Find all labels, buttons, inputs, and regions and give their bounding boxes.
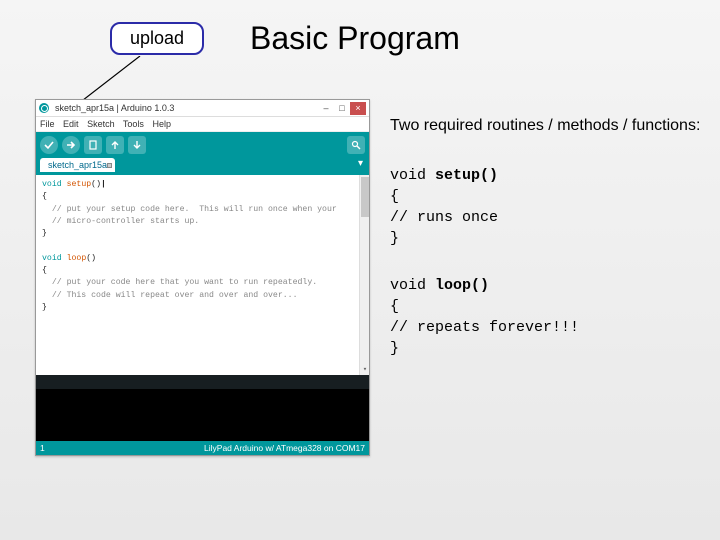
toolbar bbox=[36, 132, 369, 158]
upload-callout: upload bbox=[110, 22, 204, 55]
console-area bbox=[36, 389, 369, 441]
minimize-button[interactable]: – bbox=[318, 102, 334, 115]
code-line: { bbox=[42, 266, 47, 275]
window-title: sketch_apr15a | Arduino 1.0.3 bbox=[55, 103, 318, 113]
fn-loop: loop() bbox=[435, 277, 489, 294]
arrow-up-icon bbox=[110, 140, 120, 150]
arrow-right-icon bbox=[66, 140, 76, 150]
fn: loop bbox=[67, 254, 87, 263]
open-button[interactable] bbox=[106, 136, 124, 154]
menubar: File Edit Sketch Tools Help bbox=[36, 117, 369, 132]
paren: () bbox=[91, 180, 101, 189]
menu-sketch[interactable]: Sketch bbox=[87, 119, 115, 129]
upload-callout-label: upload bbox=[130, 28, 184, 48]
brace-close: } bbox=[390, 340, 399, 357]
explanation-panel: Two required routines / methods / functi… bbox=[390, 115, 705, 385]
fn: setup bbox=[67, 180, 92, 189]
code-line: } bbox=[42, 303, 47, 312]
fn-setup: setup() bbox=[435, 167, 498, 184]
text-cursor: | bbox=[101, 180, 106, 189]
verify-button[interactable] bbox=[40, 136, 58, 154]
window-titlebar: sketch_apr15a | Arduino 1.0.3 – □ × bbox=[36, 100, 369, 117]
comment-line: // put your setup code here. This will r… bbox=[42, 205, 337, 214]
message-area bbox=[36, 375, 369, 389]
menu-help[interactable]: Help bbox=[152, 119, 171, 129]
scroll-down-icon[interactable]: ▾ bbox=[360, 365, 370, 375]
kw-void: void bbox=[390, 167, 435, 184]
menu-edit[interactable]: Edit bbox=[63, 119, 79, 129]
serial-monitor-button[interactable] bbox=[347, 136, 365, 154]
line-number: 1 bbox=[40, 443, 45, 453]
comment-repeats: // repeats forever!!! bbox=[390, 319, 579, 336]
setup-codeblock: void setup() { // runs once } bbox=[390, 165, 705, 249]
sketch-tab-label: sketch_apr15a bbox=[48, 160, 107, 170]
tab-row: sketch_apr15a ▾ bbox=[36, 158, 369, 175]
arduino-ide-window: sketch_apr15a | Arduino 1.0.3 – □ × File… bbox=[35, 99, 370, 456]
kw: void bbox=[42, 254, 67, 263]
upload-button[interactable] bbox=[62, 136, 80, 154]
kw: void bbox=[42, 180, 67, 189]
intro-text: Two required routines / methods / functi… bbox=[390, 115, 705, 137]
board-info: LilyPad Arduino w/ ATmega328 on COM17 bbox=[204, 443, 365, 453]
editor-scrollbar[interactable]: ▴ ▾ bbox=[359, 175, 369, 375]
menu-file[interactable]: File bbox=[40, 119, 55, 129]
new-button[interactable] bbox=[84, 136, 102, 154]
code-editor[interactable]: void setup()| { // put your setup code h… bbox=[36, 175, 369, 375]
comment-line: // put your code here that you want to r… bbox=[42, 278, 317, 287]
check-icon bbox=[44, 140, 54, 150]
loop-codeblock: void loop() { // repeats forever!!! } bbox=[390, 275, 705, 359]
brace-open: { bbox=[390, 298, 399, 315]
brace-close: } bbox=[390, 230, 399, 247]
file-icon bbox=[88, 140, 98, 150]
paren: () bbox=[86, 254, 96, 263]
code-line: { bbox=[42, 192, 47, 201]
kw-void: void bbox=[390, 277, 435, 294]
brace-open: { bbox=[390, 188, 399, 205]
maximize-button[interactable]: □ bbox=[334, 102, 350, 115]
statusbar: 1 LilyPad Arduino w/ ATmega328 on COM17 bbox=[36, 441, 369, 455]
save-button[interactable] bbox=[128, 136, 146, 154]
comment-line: // micro-controller starts up. bbox=[42, 217, 199, 226]
close-button[interactable]: × bbox=[350, 102, 366, 115]
scrollbar-thumb[interactable] bbox=[361, 177, 369, 217]
code-line: } bbox=[42, 229, 47, 238]
arduino-logo-icon bbox=[39, 103, 49, 113]
arrow-down-icon bbox=[132, 140, 142, 150]
comment-line: // This code will repeat over and over a… bbox=[42, 291, 298, 300]
menu-tools[interactable]: Tools bbox=[123, 119, 144, 129]
sketch-tab[interactable]: sketch_apr15a bbox=[40, 158, 115, 172]
comment-runs-once: // runs once bbox=[390, 209, 498, 226]
tab-menu-button[interactable]: ▾ bbox=[358, 158, 363, 169]
magnifier-icon bbox=[351, 140, 361, 150]
page-title: Basic Program bbox=[250, 20, 460, 57]
